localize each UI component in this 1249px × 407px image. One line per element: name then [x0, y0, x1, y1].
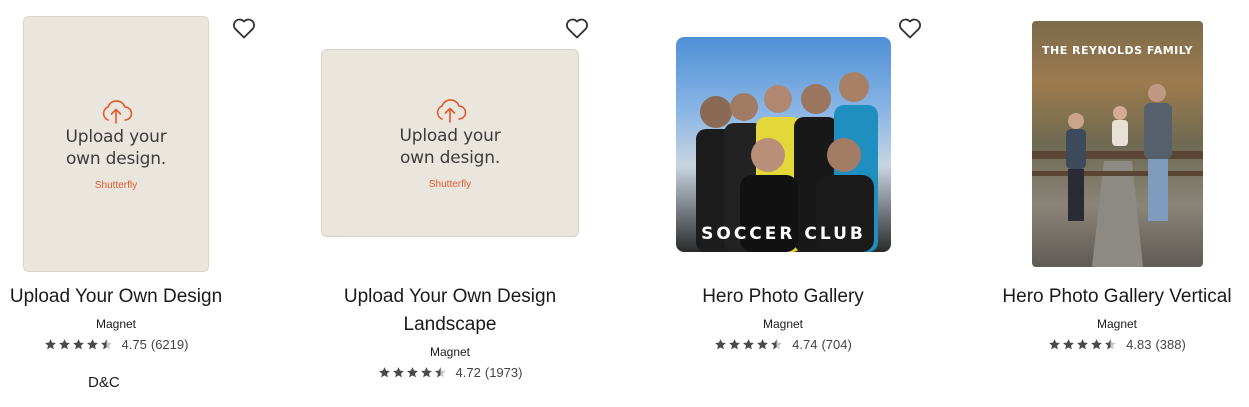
product-rating: 4.83 (388) — [1000, 337, 1234, 352]
star-icon — [714, 338, 727, 351]
product-rating: 4.72 (1973) — [321, 365, 579, 380]
product-card[interactable]: SOCCER CLUB Hero Photo Gallery Magnet 4.… — [666, 0, 900, 407]
thumb-overlay-text: THE REYNOLDS FAMILY — [1041, 44, 1194, 57]
star-icon — [406, 366, 419, 379]
cloud-upload-icon — [433, 97, 467, 125]
star-icon — [1090, 338, 1103, 351]
product-type: Magnet — [1096, 317, 1138, 331]
star-icon — [1048, 338, 1061, 351]
review-count: (388) — [1155, 337, 1186, 352]
star-icon — [378, 366, 391, 379]
product-card[interactable]: Upload your own design. Shutterfly Uploa… — [0, 0, 232, 407]
favorite-heart-icon[interactable] — [565, 17, 589, 39]
thumb-overlay-text: SOCCER CLUB — [701, 224, 866, 244]
review-count: (1973) — [484, 365, 523, 380]
star-half-icon — [1104, 338, 1117, 351]
star-icon — [420, 366, 433, 379]
product-title[interactable]: Upload Your Own Design Landscape — [321, 283, 579, 339]
star-icon — [1062, 338, 1075, 351]
star-half-icon — [770, 338, 783, 351]
rating-value: 4.74 — [792, 337, 818, 352]
product-title[interactable]: Upload Your Own Design — [0, 283, 232, 311]
product-thumbnail[interactable]: THE REYNOLDS FAMILY — [1032, 21, 1203, 267]
cloud-upload-icon — [99, 98, 133, 126]
product-title[interactable]: Hero Photo Gallery — [666, 283, 900, 311]
product-type: Magnet — [95, 317, 137, 331]
favorite-heart-icon[interactable] — [232, 17, 256, 39]
star-icon — [44, 338, 57, 351]
star-icon — [86, 338, 99, 351]
star-icon — [72, 338, 85, 351]
star-icon — [756, 338, 769, 351]
brand-logo: Shutterfly — [428, 178, 472, 190]
star-rating — [1048, 338, 1117, 351]
star-icon — [392, 366, 405, 379]
product-type: Magnet — [762, 317, 804, 331]
product-title-line: Upload Your Own Design — [9, 286, 223, 307]
product-title-line: Hero Photo Gallery Vertical — [1002, 286, 1232, 307]
rating-value: 4.72 — [455, 365, 481, 380]
extra-label: D&C — [88, 374, 120, 391]
product-rating: 4.74 (704) — [666, 337, 900, 352]
thumb-line-1: Upload your — [399, 125, 501, 146]
star-icon — [742, 338, 755, 351]
soccer-team-photo — [696, 72, 878, 252]
star-icon — [1076, 338, 1089, 351]
star-icon — [728, 338, 741, 351]
star-icon — [58, 338, 71, 351]
favorite-heart-icon[interactable] — [898, 17, 922, 39]
thumb-line-2: own design. — [65, 148, 167, 169]
product-card[interactable]: THE REYNOLDS FAMILY Hero Photo Gallery V… — [1000, 0, 1234, 407]
rating-value: 4.83 — [1126, 337, 1152, 352]
rating-value: 4.75 — [121, 337, 147, 352]
star-half-icon — [434, 366, 447, 379]
product-thumbnail[interactable]: Upload your own design. Shutterfly — [23, 16, 209, 272]
product-rating: 4.75 (6219) — [0, 337, 232, 352]
review-count: (704) — [821, 337, 852, 352]
thumb-line-2: own design. — [399, 147, 501, 168]
product-title[interactable]: Hero Photo Gallery Vertical — [1000, 283, 1234, 311]
product-title-line: Upload Your Own Design — [343, 286, 557, 307]
product-thumbnail[interactable]: Upload your own design. Shutterfly — [321, 49, 579, 237]
family-photo — [1032, 84, 1203, 267]
product-title-line: Landscape — [403, 314, 497, 335]
star-rating — [378, 366, 447, 379]
brand-logo: Shutterfly — [94, 179, 138, 191]
thumb-line-1: Upload your — [65, 126, 167, 147]
star-rating — [44, 338, 113, 351]
product-type: Magnet — [429, 345, 471, 359]
star-half-icon — [100, 338, 113, 351]
star-rating — [714, 338, 783, 351]
product-card[interactable]: Upload your own design. Shutterfly Uploa… — [321, 0, 579, 407]
product-thumbnail[interactable]: SOCCER CLUB — [676, 37, 891, 252]
product-title-line: Hero Photo Gallery — [702, 286, 864, 307]
review-count: (6219) — [150, 337, 189, 352]
